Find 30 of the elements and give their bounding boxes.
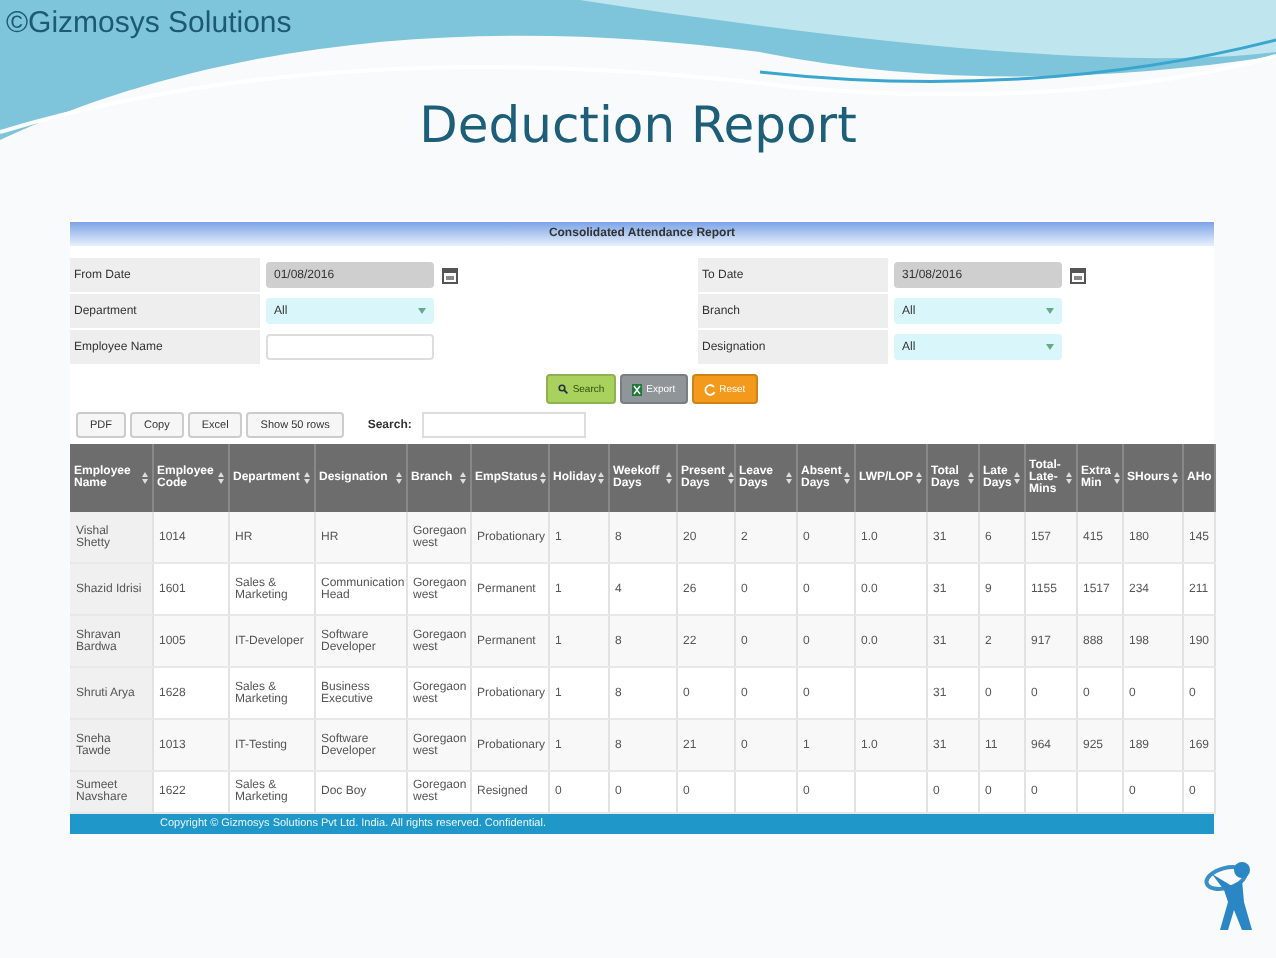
calendar-icon[interactable] — [442, 266, 458, 284]
sort-icon[interactable] — [1013, 472, 1020, 484]
sort-icon[interactable] — [395, 472, 401, 484]
sort-icon[interactable] — [141, 472, 147, 484]
refresh-icon — [703, 383, 716, 395]
sort-icon[interactable] — [217, 472, 223, 484]
sort-icon[interactable] — [843, 472, 850, 484]
caret-icon — [418, 308, 426, 314]
sort-icon[interactable] — [785, 472, 791, 484]
slide-title: Deduction Report — [419, 96, 857, 154]
table-cell — [734, 771, 796, 813]
sort-icon[interactable] — [303, 472, 309, 484]
caret-icon — [1046, 308, 1054, 314]
brand-text: ©Gizmosys Solutions — [6, 6, 292, 40]
person-logo-icon — [1204, 858, 1256, 934]
caret-icon — [1046, 344, 1054, 350]
sort-icon[interactable] — [915, 472, 921, 484]
search-field[interactable] — [421, 412, 586, 438]
sort-icon[interactable] — [665, 472, 671, 484]
table-cell — [854, 667, 926, 719]
text-input-field[interactable] — [266, 334, 434, 360]
spreadsheet-icon — [632, 383, 643, 395]
sort-icon[interactable] — [1171, 472, 1178, 484]
sort-icon[interactable] — [967, 472, 973, 484]
calendar-icon[interactable] — [1070, 266, 1086, 284]
sort-icon[interactable] — [459, 472, 465, 484]
table-cell — [854, 771, 926, 813]
sort-icon[interactable] — [1065, 472, 1071, 484]
table-cell — [1076, 771, 1122, 813]
search-icon — [558, 384, 569, 394]
